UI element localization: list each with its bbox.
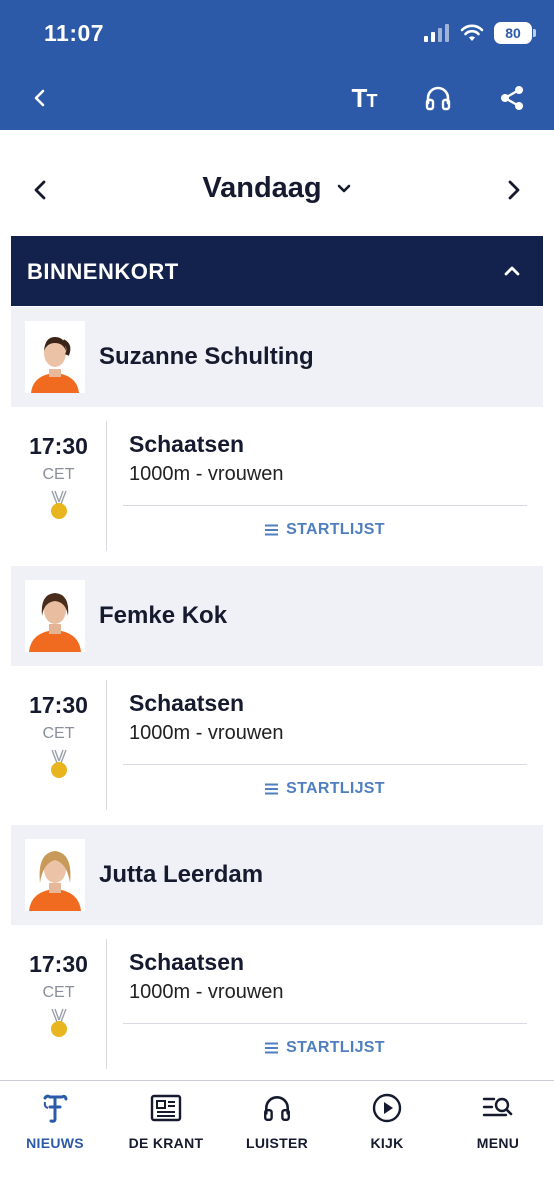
divider: [123, 1023, 527, 1024]
medal-icon: [50, 1008, 67, 1037]
play-icon: [370, 1091, 404, 1125]
startlist-label: STARTLIJST: [286, 1039, 385, 1056]
athlete-avatar-icon: [25, 321, 85, 393]
tab-label: NIEUWS: [26, 1135, 84, 1151]
startlist-label: STARTLIJST: [286, 780, 385, 797]
battery-level: 80: [505, 25, 521, 41]
event-timezone: CET: [42, 466, 75, 483]
startlist-button[interactable]: STARTLIJST: [123, 1039, 527, 1057]
athlete-name: Femke Kok: [99, 602, 228, 629]
listen-button[interactable]: [416, 78, 460, 118]
time-column: 17:30 CET: [11, 421, 107, 551]
medal-icon: [50, 749, 67, 778]
section-header[interactable]: BINNENKORT: [11, 236, 543, 306]
menu-search-icon: [481, 1091, 515, 1125]
share-button[interactable]: [490, 78, 534, 118]
athlete-avatar-icon: [25, 580, 85, 652]
text-size-icon: TT: [351, 82, 378, 113]
event-card: Suzanne Schulting 17:30 CET Schaatsen 10…: [11, 307, 543, 551]
athlete-row[interactable]: Jutta Leerdam: [11, 825, 543, 925]
startlist-button[interactable]: STARTLIJST: [123, 780, 527, 798]
event-discipline: 1000m - vrouwen: [129, 981, 284, 1003]
tab-label: DE KRANT: [128, 1135, 204, 1151]
wifi-icon: [460, 24, 484, 41]
app-header: 11:07 80 TT: [0, 0, 554, 130]
event-time: 17:30: [29, 433, 88, 459]
chevron-right-icon: [508, 180, 520, 200]
signal-icon: [424, 24, 449, 42]
text-size-button[interactable]: TT: [342, 78, 386, 118]
next-day-button[interactable]: [496, 172, 532, 208]
tab-menu[interactable]: MENU: [443, 1091, 553, 1159]
tab-label: MENU: [476, 1135, 520, 1151]
date-selector[interactable]: Vandaag: [150, 172, 404, 205]
athlete-row[interactable]: Femke Kok: [11, 566, 543, 666]
status-icons: 80: [424, 22, 536, 44]
date-navigation: Vandaag: [0, 160, 554, 224]
chevron-down-icon: [337, 184, 350, 192]
event-time: 17:30: [29, 951, 88, 977]
chevron-left-icon: [34, 89, 45, 107]
tab-label: KIJK: [370, 1135, 404, 1151]
list-icon: [265, 524, 279, 536]
list-icon: [265, 783, 279, 795]
tab-de-krant[interactable]: DE KRANT: [111, 1091, 221, 1159]
newspaper-icon: [149, 1091, 183, 1125]
status-bar: 11:07 80: [0, 0, 554, 70]
startlist-label: STARTLIJST: [286, 521, 385, 538]
time-column: 17:30 CET: [11, 939, 107, 1069]
toolbar: TT: [0, 72, 554, 124]
tab-kijk[interactable]: KIJK: [332, 1091, 442, 1159]
event-timezone: CET: [42, 984, 75, 1001]
startlist-button[interactable]: STARTLIJST: [123, 521, 527, 539]
tab-label: LUISTER: [246, 1135, 308, 1151]
headphones-icon: [260, 1091, 294, 1125]
chevron-left-icon: [34, 180, 46, 200]
tab-luister[interactable]: LUISTER: [222, 1091, 332, 1159]
telegraaf-logo-icon: [38, 1091, 72, 1125]
event-card: Jutta Leerdam 17:30 CET Schaatsen 1000m …: [11, 825, 543, 1069]
event-sport: Schaatsen: [129, 949, 245, 975]
event-discipline: 1000m - vrouwen: [129, 722, 284, 744]
collapse-button[interactable]: [497, 256, 527, 286]
event-card: Femke Kok 17:30 CET Schaatsen 1000m - vr…: [11, 566, 543, 810]
divider: [123, 764, 527, 765]
tab-nieuws[interactable]: NIEUWS: [0, 1091, 110, 1159]
bottom-tab-bar: NIEUWS DE KRANT LUISTER KIJK MENU: [0, 1080, 554, 1200]
event-discipline: 1000m - vrouwen: [129, 463, 284, 485]
list-icon: [265, 1042, 279, 1054]
back-button[interactable]: [18, 78, 62, 118]
previous-day-button[interactable]: [22, 172, 58, 208]
event-timezone: CET: [42, 725, 75, 742]
athlete-row[interactable]: Suzanne Schulting: [11, 307, 543, 407]
headphones-icon: [425, 86, 451, 111]
athlete-photo: [25, 321, 85, 393]
medal-icon: [50, 490, 67, 519]
divider: [123, 505, 527, 506]
event-sport: Schaatsen: [129, 431, 245, 457]
athlete-photo: [25, 580, 85, 652]
event-time: 17:30: [29, 692, 88, 718]
athlete-name: Suzanne Schulting: [99, 343, 314, 370]
athlete-name: Jutta Leerdam: [99, 861, 264, 888]
event-sport: Schaatsen: [129, 690, 245, 716]
date-title: Vandaag: [202, 172, 322, 204]
athlete-avatar-icon: [25, 839, 85, 911]
status-time: 11:07: [44, 20, 105, 46]
time-column: 17:30 CET: [11, 680, 107, 810]
battery-icon: 80: [494, 22, 536, 44]
section-title: BINNENKORT: [27, 259, 179, 284]
athlete-photo: [25, 839, 85, 911]
share-icon: [501, 86, 523, 110]
chevron-up-icon: [504, 266, 520, 276]
